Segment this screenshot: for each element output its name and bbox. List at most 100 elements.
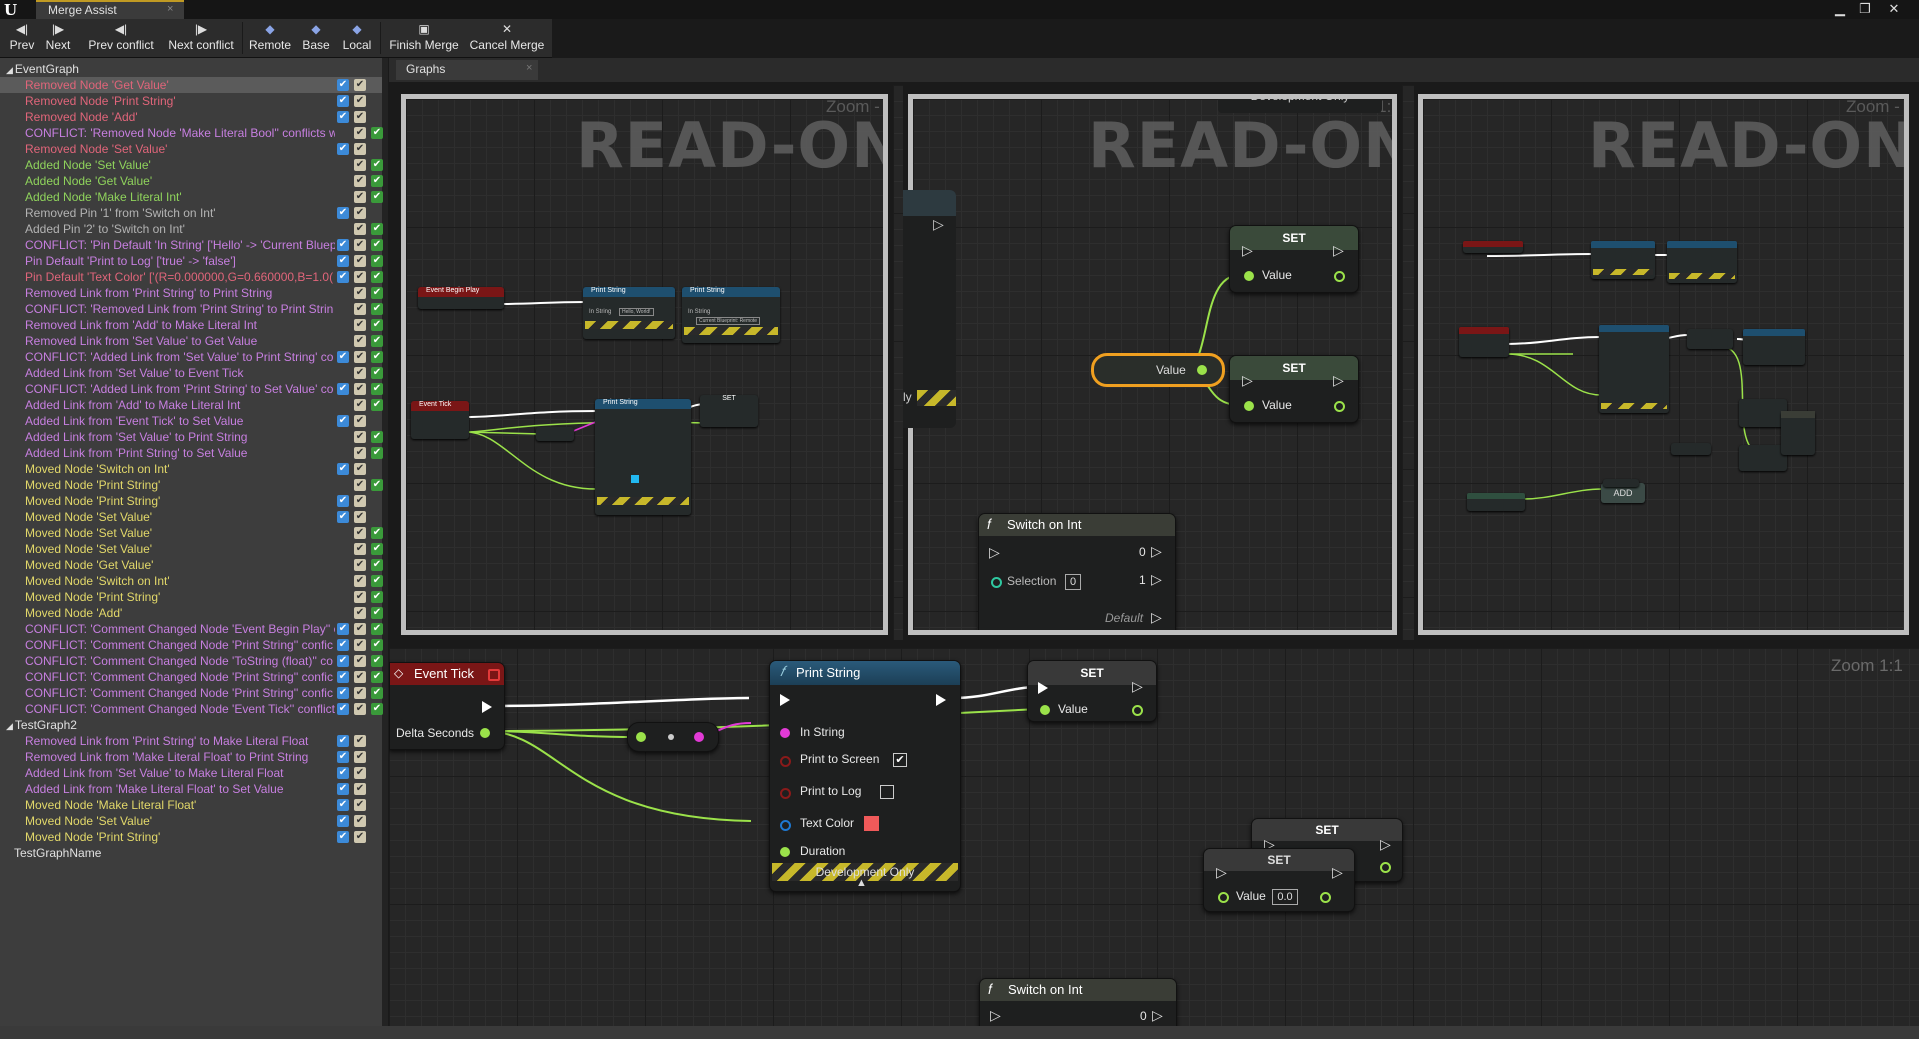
local-checkbox[interactable]: ✔ — [354, 383, 366, 395]
base-checkbox[interactable]: ✔ — [371, 127, 383, 139]
tree-item[interactable]: Added Link from 'Print String' to Set Va… — [0, 445, 383, 461]
print-string-node[interactable]: Print String In String Current Blueprint… — [682, 287, 780, 343]
local-checkbox[interactable]: ✔ — [354, 239, 366, 251]
remote-checkbox[interactable]: ✔ — [337, 735, 349, 747]
remote-checkbox[interactable]: ✔ — [337, 111, 349, 123]
event-begin-play-node[interactable] — [1463, 241, 1523, 253]
cancel-merge-button[interactable]: ✕ Cancel Merge — [467, 19, 547, 57]
base-checkbox[interactable]: ✔ — [371, 527, 383, 539]
minimize-icon[interactable]: ▁ — [1830, 1, 1850, 16]
print-to-log-checkbox[interactable] — [880, 785, 894, 799]
local-checkbox[interactable]: ✔ — [354, 367, 366, 379]
local-checkbox[interactable]: ✔ — [354, 431, 366, 443]
exec-out-icon[interactable]: ▷ — [1333, 372, 1344, 389]
local-checkbox[interactable]: ✔ — [354, 655, 366, 667]
local-checkbox[interactable]: ✔ — [354, 607, 366, 619]
text-color-swatch[interactable] — [864, 816, 879, 831]
next-button[interactable]: |▶ Next — [42, 19, 74, 57]
local-checkbox[interactable]: ✔ — [354, 703, 366, 715]
local-checkbox[interactable]: ✔ — [354, 767, 366, 779]
local-checkbox[interactable]: ✔ — [354, 575, 366, 587]
output-pin[interactable] — [694, 732, 704, 742]
tree-item[interactable]: CONFLICT: 'Comment Changed Node 'Print S… — [0, 669, 383, 685]
base-checkbox[interactable]: ✔ — [371, 335, 383, 347]
base-checkbox[interactable]: ✔ — [371, 591, 383, 603]
tree-item[interactable]: Added Node 'Set Value' ✔ ✔ — [0, 157, 383, 173]
tree-item[interactable]: CONFLICT: 'Removed Link from 'Print Stri… — [0, 301, 383, 317]
next-conflict-button[interactable]: |▶ Next conflict — [163, 19, 239, 57]
base-checkbox[interactable]: ✔ — [371, 399, 383, 411]
base-button[interactable]: ◆ Base — [297, 19, 335, 57]
input-pin[interactable] — [636, 732, 646, 742]
base-checkbox[interactable]: ✔ — [371, 175, 383, 187]
local-checkbox[interactable]: ✔ — [354, 559, 366, 571]
tree-item[interactable]: Moved Node 'Switch on Int' ✔ ✔ — [0, 573, 383, 589]
local-checkbox[interactable]: ✔ — [354, 623, 366, 635]
remote-checkbox[interactable]: ✔ — [337, 671, 349, 683]
base-checkbox[interactable]: ✔ — [371, 383, 383, 395]
base-checkbox[interactable]: ✔ — [371, 239, 383, 251]
local-button[interactable]: ◆ Local — [337, 19, 377, 57]
base-checkbox[interactable]: ✔ — [371, 703, 383, 715]
local-checkbox[interactable]: ✔ — [354, 143, 366, 155]
output-0-pin[interactable]: ▷ — [1152, 1007, 1163, 1024]
switch-on-int-node[interactable]: Switch on Int 𝑓 ▷ 0 ▷ — [979, 978, 1177, 1026]
base-checkbox[interactable]: ✔ — [371, 351, 383, 363]
tree-item[interactable]: Moved Node 'Make Literal Float' ✔ ✔ — [0, 797, 382, 813]
local-checkbox[interactable]: ✔ — [354, 159, 366, 171]
tree-item[interactable]: CONFLICT: 'Comment Changed Node 'Print S… — [0, 685, 383, 701]
local-checkbox[interactable]: ✔ — [354, 223, 366, 235]
exec-in-icon[interactable]: ▷ — [1242, 242, 1253, 259]
remote-checkbox[interactable]: ✔ — [337, 751, 349, 763]
local-checkbox[interactable]: ✔ — [354, 191, 366, 203]
expand-arrow-icon[interactable]: ◢ — [6, 721, 13, 731]
event-begin-play-node[interactable]: Event Begin Play — [418, 287, 504, 309]
tree-item[interactable]: Added Pin '2' to 'Switch on Int' ✔ ✔ — [0, 221, 383, 237]
in-string-pin[interactable] — [780, 728, 790, 738]
base-checkbox[interactable]: ✔ — [371, 303, 383, 315]
local-checkbox[interactable]: ✔ — [354, 527, 366, 539]
print-to-log-pin[interactable] — [780, 788, 791, 799]
tree-item[interactable]: Moved Node 'Set Value' ✔ ✔ — [0, 509, 382, 525]
print-string-node[interactable]: Print String 𝑓 In String Print to Screen… — [769, 660, 961, 892]
local-checkbox[interactable]: ✔ — [354, 671, 366, 683]
base-checkbox[interactable]: ✔ — [371, 543, 383, 555]
local-checkbox[interactable]: ✔ — [354, 207, 366, 219]
local-checkbox[interactable]: ✔ — [354, 95, 366, 107]
local-checkbox[interactable]: ✔ — [354, 303, 366, 315]
value-out-pin[interactable] — [1197, 365, 1207, 375]
remote-checkbox[interactable]: ✔ — [337, 463, 349, 475]
local-checkbox[interactable]: ✔ — [354, 543, 366, 555]
local-checkbox[interactable]: ✔ — [354, 175, 366, 187]
reroute-node[interactable] — [1603, 479, 1639, 487]
base-checkbox[interactable]: ✔ — [371, 159, 383, 171]
remote-checkbox[interactable]: ✔ — [337, 799, 349, 811]
tree-item[interactable]: Moved Node 'Print String' ✔ ✔ — [0, 589, 383, 605]
print-string-node[interactable] — [1743, 329, 1805, 365]
set-node[interactable]: SET ▷ ▷ Value — [1229, 355, 1359, 423]
remote-checkbox[interactable]: ✔ — [337, 143, 349, 155]
exec-out-icon[interactable]: ▷ — [1332, 864, 1343, 881]
graphs-tab[interactable]: Graphs × — [396, 60, 538, 80]
value-out-pin[interactable] — [1132, 705, 1143, 716]
tree-item[interactable]: Added Link from 'Add' to Make Literal In… — [0, 397, 383, 413]
switch-on-int-node[interactable] — [1781, 411, 1815, 455]
local-checkbox[interactable]: ✔ — [354, 335, 366, 347]
exec-in-icon[interactable]: ▷ — [1216, 864, 1227, 881]
tree-item[interactable]: Removed Link from 'Print String' to Prin… — [0, 285, 383, 301]
remote-checkbox[interactable]: ✔ — [337, 239, 349, 251]
local-checkbox[interactable]: ✔ — [354, 399, 366, 411]
base-checkbox[interactable]: ✔ — [371, 287, 383, 299]
remote-checkbox[interactable]: ✔ — [337, 783, 349, 795]
print-to-screen-pin[interactable] — [780, 756, 791, 767]
local-checkbox[interactable]: ✔ — [354, 319, 366, 331]
local-checkbox[interactable]: ✔ — [354, 127, 366, 139]
graphs-tab-close-icon[interactable]: × — [526, 62, 532, 74]
tree-item[interactable]: Removed Pin '1' from 'Switch on Int' ✔ ✔ — [0, 205, 382, 221]
tree-item[interactable]: Moved Node 'Get Value' ✔ ✔ — [0, 557, 383, 573]
base-checkbox[interactable]: ✔ — [371, 271, 383, 283]
base-checkbox[interactable]: ✔ — [371, 447, 383, 459]
local-checkbox[interactable]: ✔ — [354, 479, 366, 491]
base-checkbox[interactable]: ✔ — [371, 479, 383, 491]
remote-checkbox[interactable]: ✔ — [337, 831, 349, 843]
